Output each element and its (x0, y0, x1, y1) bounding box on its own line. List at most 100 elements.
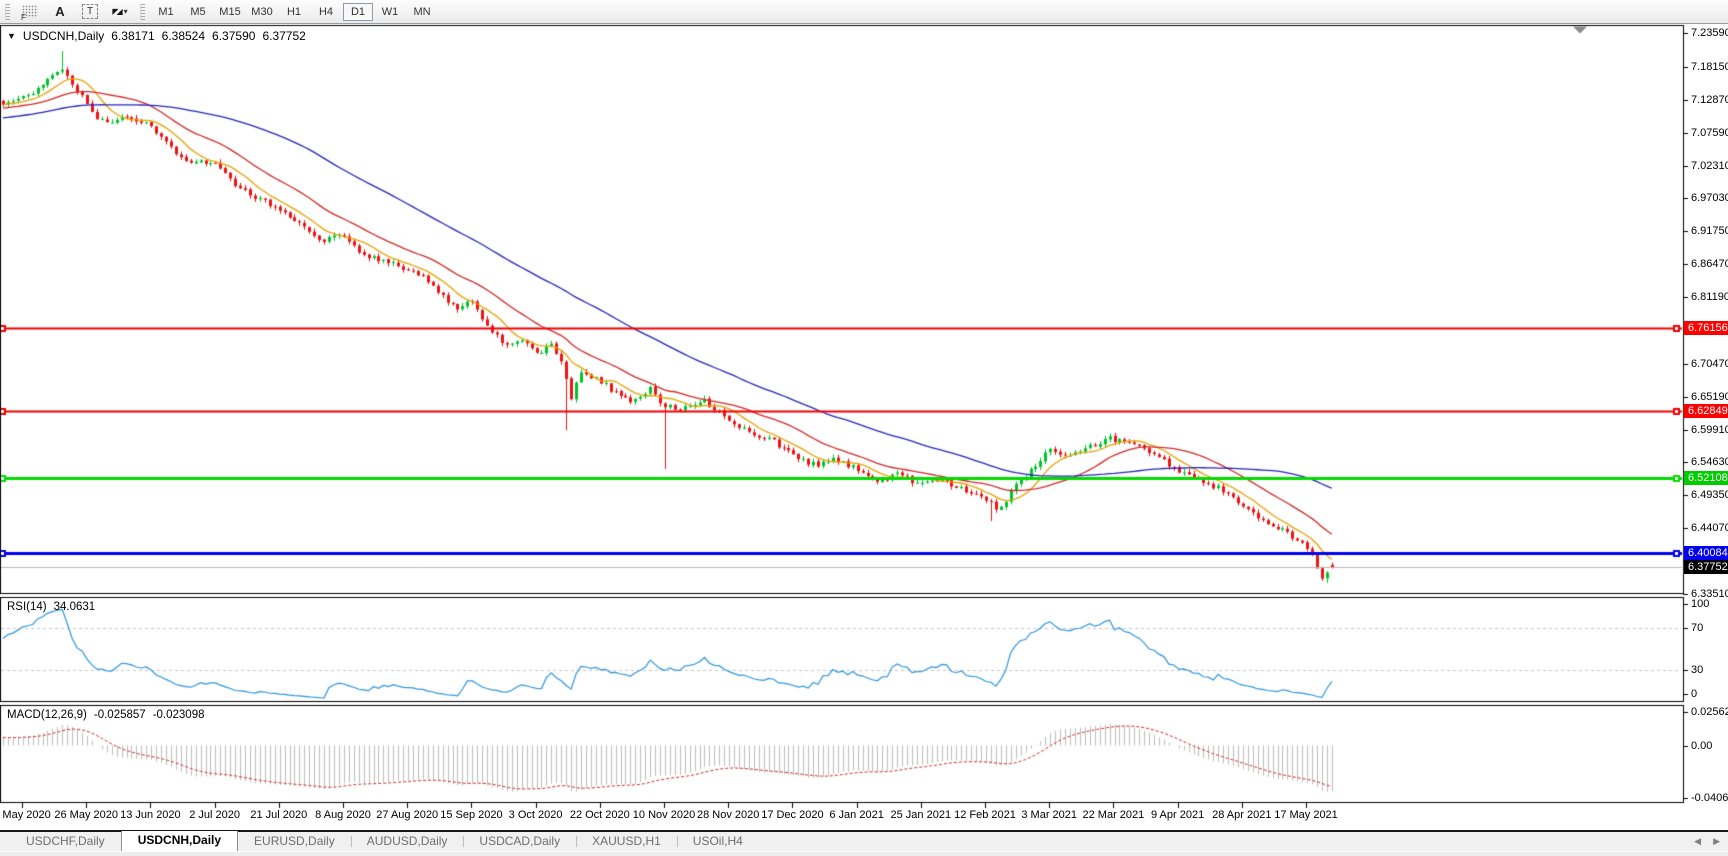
date-label: 3 Mar 2021 (1021, 809, 1078, 821)
rsi-level-label: 30 (1691, 664, 1704, 676)
date-label: 13 Jun 2020 (120, 809, 181, 821)
price-line-label: 6.76156 (1684, 321, 1728, 336)
tab-strip: USDCHF,Daily USDCNH,Daily EURUSD,Daily AUDU… (0, 830, 1728, 852)
price-tick-label: 6.49350 (1691, 489, 1728, 502)
chart-symbol-label: USDCNH,Daily (22, 29, 105, 43)
date-label: 17 May 2021 (1274, 809, 1338, 821)
tab-eurusd-daily[interactable]: EURUSD,Daily (238, 832, 351, 851)
date-label: 26 May 2020 (54, 809, 118, 821)
text-label-icon: T (82, 4, 98, 19)
price-tick-label: 6.97030 (1691, 192, 1728, 205)
grid-f-label: F (21, 13, 26, 22)
date-label: 9 Apr 2021 (1150, 809, 1205, 821)
tab-usdcnh-daily[interactable]: USDCNH,Daily (120, 831, 239, 852)
macd-level-label: -0.040687 (1691, 792, 1728, 805)
macd-signal-value: -0.023098 (152, 709, 205, 721)
date-label: 17 Dec 2020 (761, 809, 824, 821)
date-label: 21 Jul 2020 (250, 809, 308, 821)
date-label: 25 Jan 2021 (890, 809, 952, 821)
date-label: 22 Mar 2021 (1082, 809, 1145, 821)
rsi-level-label: 100 (1691, 598, 1710, 610)
dropdown-caret-icon: ▾ (123, 7, 128, 16)
date-label: 10 Nov 2020 (632, 809, 696, 821)
price-tick-label: 6.86470 (1691, 258, 1728, 271)
date-label: 15 Sep 2020 (440, 809, 503, 821)
tab-usoil-h4[interactable]: USOil,H4 (676, 832, 759, 851)
time-axis[interactable]: 7 May 202026 May 202013 Jun 2020 2 Jul 20… (0, 803, 1683, 830)
cursor-tool-button[interactable]: ◤◢ ▾ (107, 2, 133, 22)
timeframe-button-d1[interactable]: D1 (343, 2, 373, 21)
price-line-label: 6.40084 (1684, 545, 1728, 560)
macd-pane-label: MACD(12,26,9) -0.025857 -0.023098 (7, 709, 204, 721)
price-tick-label: 6.54630 (1691, 456, 1728, 469)
timeframe-bar: M1 M5 M15 M30 H1 H4 D1 W1 MN (150, 0, 438, 24)
tab-usdchf-daily[interactable]: USDCHF,Daily (10, 832, 121, 851)
snap-grid-button[interactable]: F (17, 2, 43, 22)
rsi-level-label: 70 (1691, 622, 1704, 634)
timeframe-button-m30[interactable]: M30 (247, 3, 277, 21)
ohlc-low: 6.37590 (212, 29, 256, 43)
price-tick-label: 6.91750 (1691, 225, 1728, 238)
rsi-pane-label: RSI(14) 34.0631 (7, 601, 95, 613)
tab-audusd-daily[interactable]: AUDUSD,Daily (350, 832, 464, 851)
macd-main-value: -0.025857 (93, 709, 146, 721)
macd-level-label: 0.00 (1691, 739, 1713, 752)
rsi-name: RSI(14) (7, 601, 47, 613)
tab-scroll-left-icon[interactable]: ◀ (1694, 836, 1701, 847)
timeframe-button-m5[interactable]: M5 (183, 3, 213, 21)
price-tick-label: 7.23590 (1691, 27, 1728, 39)
date-label: 28 Nov 2020 (696, 809, 760, 821)
chart-canvas[interactable] (0, 0, 1728, 856)
ohlc-high: 6.38524 (161, 29, 206, 43)
status-bar (0, 851, 1728, 856)
text-label-button[interactable]: T (77, 2, 103, 22)
cursor-tool-icon: ◤◢ (112, 7, 122, 16)
price-tick-label: 7.18150 (1691, 60, 1728, 73)
ohlc-close: 6.37752 (262, 29, 306, 43)
macd-name: MACD(12,26,9) (7, 709, 87, 721)
price-tick-label: 7.12870 (1691, 93, 1728, 106)
grid-icon: F (21, 5, 38, 22)
price-tick-label: 7.07590 (1691, 126, 1728, 139)
timeframe-button-m1[interactable]: M1 (151, 3, 181, 21)
tab-scroll-right-icon[interactable]: ▶ (1713, 836, 1720, 847)
chart-menu-icon[interactable]: ▼ (7, 31, 16, 41)
date-label: 2 Jul 2020 (189, 809, 240, 821)
price-line-label: 6.62849 (1684, 404, 1728, 419)
price-line-label: 6.37752 (1684, 560, 1728, 575)
date-label: 7 May 2020 (0, 809, 51, 821)
date-label: 12 Feb 2021 (954, 809, 1016, 821)
date-label: 27 Aug 2020 (376, 809, 439, 821)
date-label: 6 Jan 2021 (829, 809, 884, 821)
price-tick-label: 6.59910 (1691, 423, 1728, 436)
right-axis[interactable]: 7.23590 7.18150 7.12870 7.07590 7.02310 6.970… (1684, 25, 1728, 831)
macd-level-label: 0.025623 (1691, 706, 1728, 719)
date-label: 28 Apr 2021 (1212, 809, 1272, 821)
rsi-value: 34.0631 (53, 601, 96, 613)
timeframe-button-mn[interactable]: MN (407, 3, 437, 21)
price-line-label: 6.52108 (1684, 471, 1728, 486)
date-label: 8 Aug 2020 (315, 809, 371, 821)
price-tick-label: 6.65190 (1691, 390, 1728, 403)
text-a-icon: A (55, 4, 65, 19)
tab-xauusd-h1[interactable]: XAUUSD,H1 (576, 832, 677, 851)
rsi-level-label: 0 (1691, 688, 1698, 700)
text-annotation-button[interactable]: A (47, 2, 73, 22)
chart-header: ▼ USDCNH,Daily 6.38171 6.38524 6.37590 6… (7, 29, 306, 43)
timeframe-button-h4[interactable]: H4 (311, 3, 341, 21)
tab-usdcad-daily[interactable]: USDCAD,Daily (463, 832, 576, 851)
toolbar-grip[interactable] (5, 3, 10, 20)
toolbar-grip[interactable] (140, 3, 145, 20)
toolbar: F A T ◤◢ ▾ M1 M5 M15 M30 H1 H4 D1 W1 MN (0, 0, 1728, 24)
price-tick-label: 6.44070 (1691, 522, 1728, 535)
timeframe-button-w1[interactable]: W1 (375, 3, 405, 21)
tab-scroll-arrows: ◀ ▶ (1694, 836, 1720, 847)
price-tick-label: 7.02310 (1691, 159, 1728, 172)
timeframe-button-h1[interactable]: H1 (279, 3, 309, 21)
timeframe-button-m15[interactable]: M15 (215, 3, 245, 21)
ohlc-open: 6.38171 (111, 29, 155, 43)
application-window: F A T ◤◢ ▾ M1 M5 M15 M30 H1 H4 D1 W1 MN ▼ USDCNH… (0, 0, 1728, 856)
date-label: 3 Oct 2020 (508, 809, 563, 821)
price-tick-label: 6.81190 (1691, 291, 1728, 303)
price-tick-label: 6.70470 (1691, 357, 1728, 370)
